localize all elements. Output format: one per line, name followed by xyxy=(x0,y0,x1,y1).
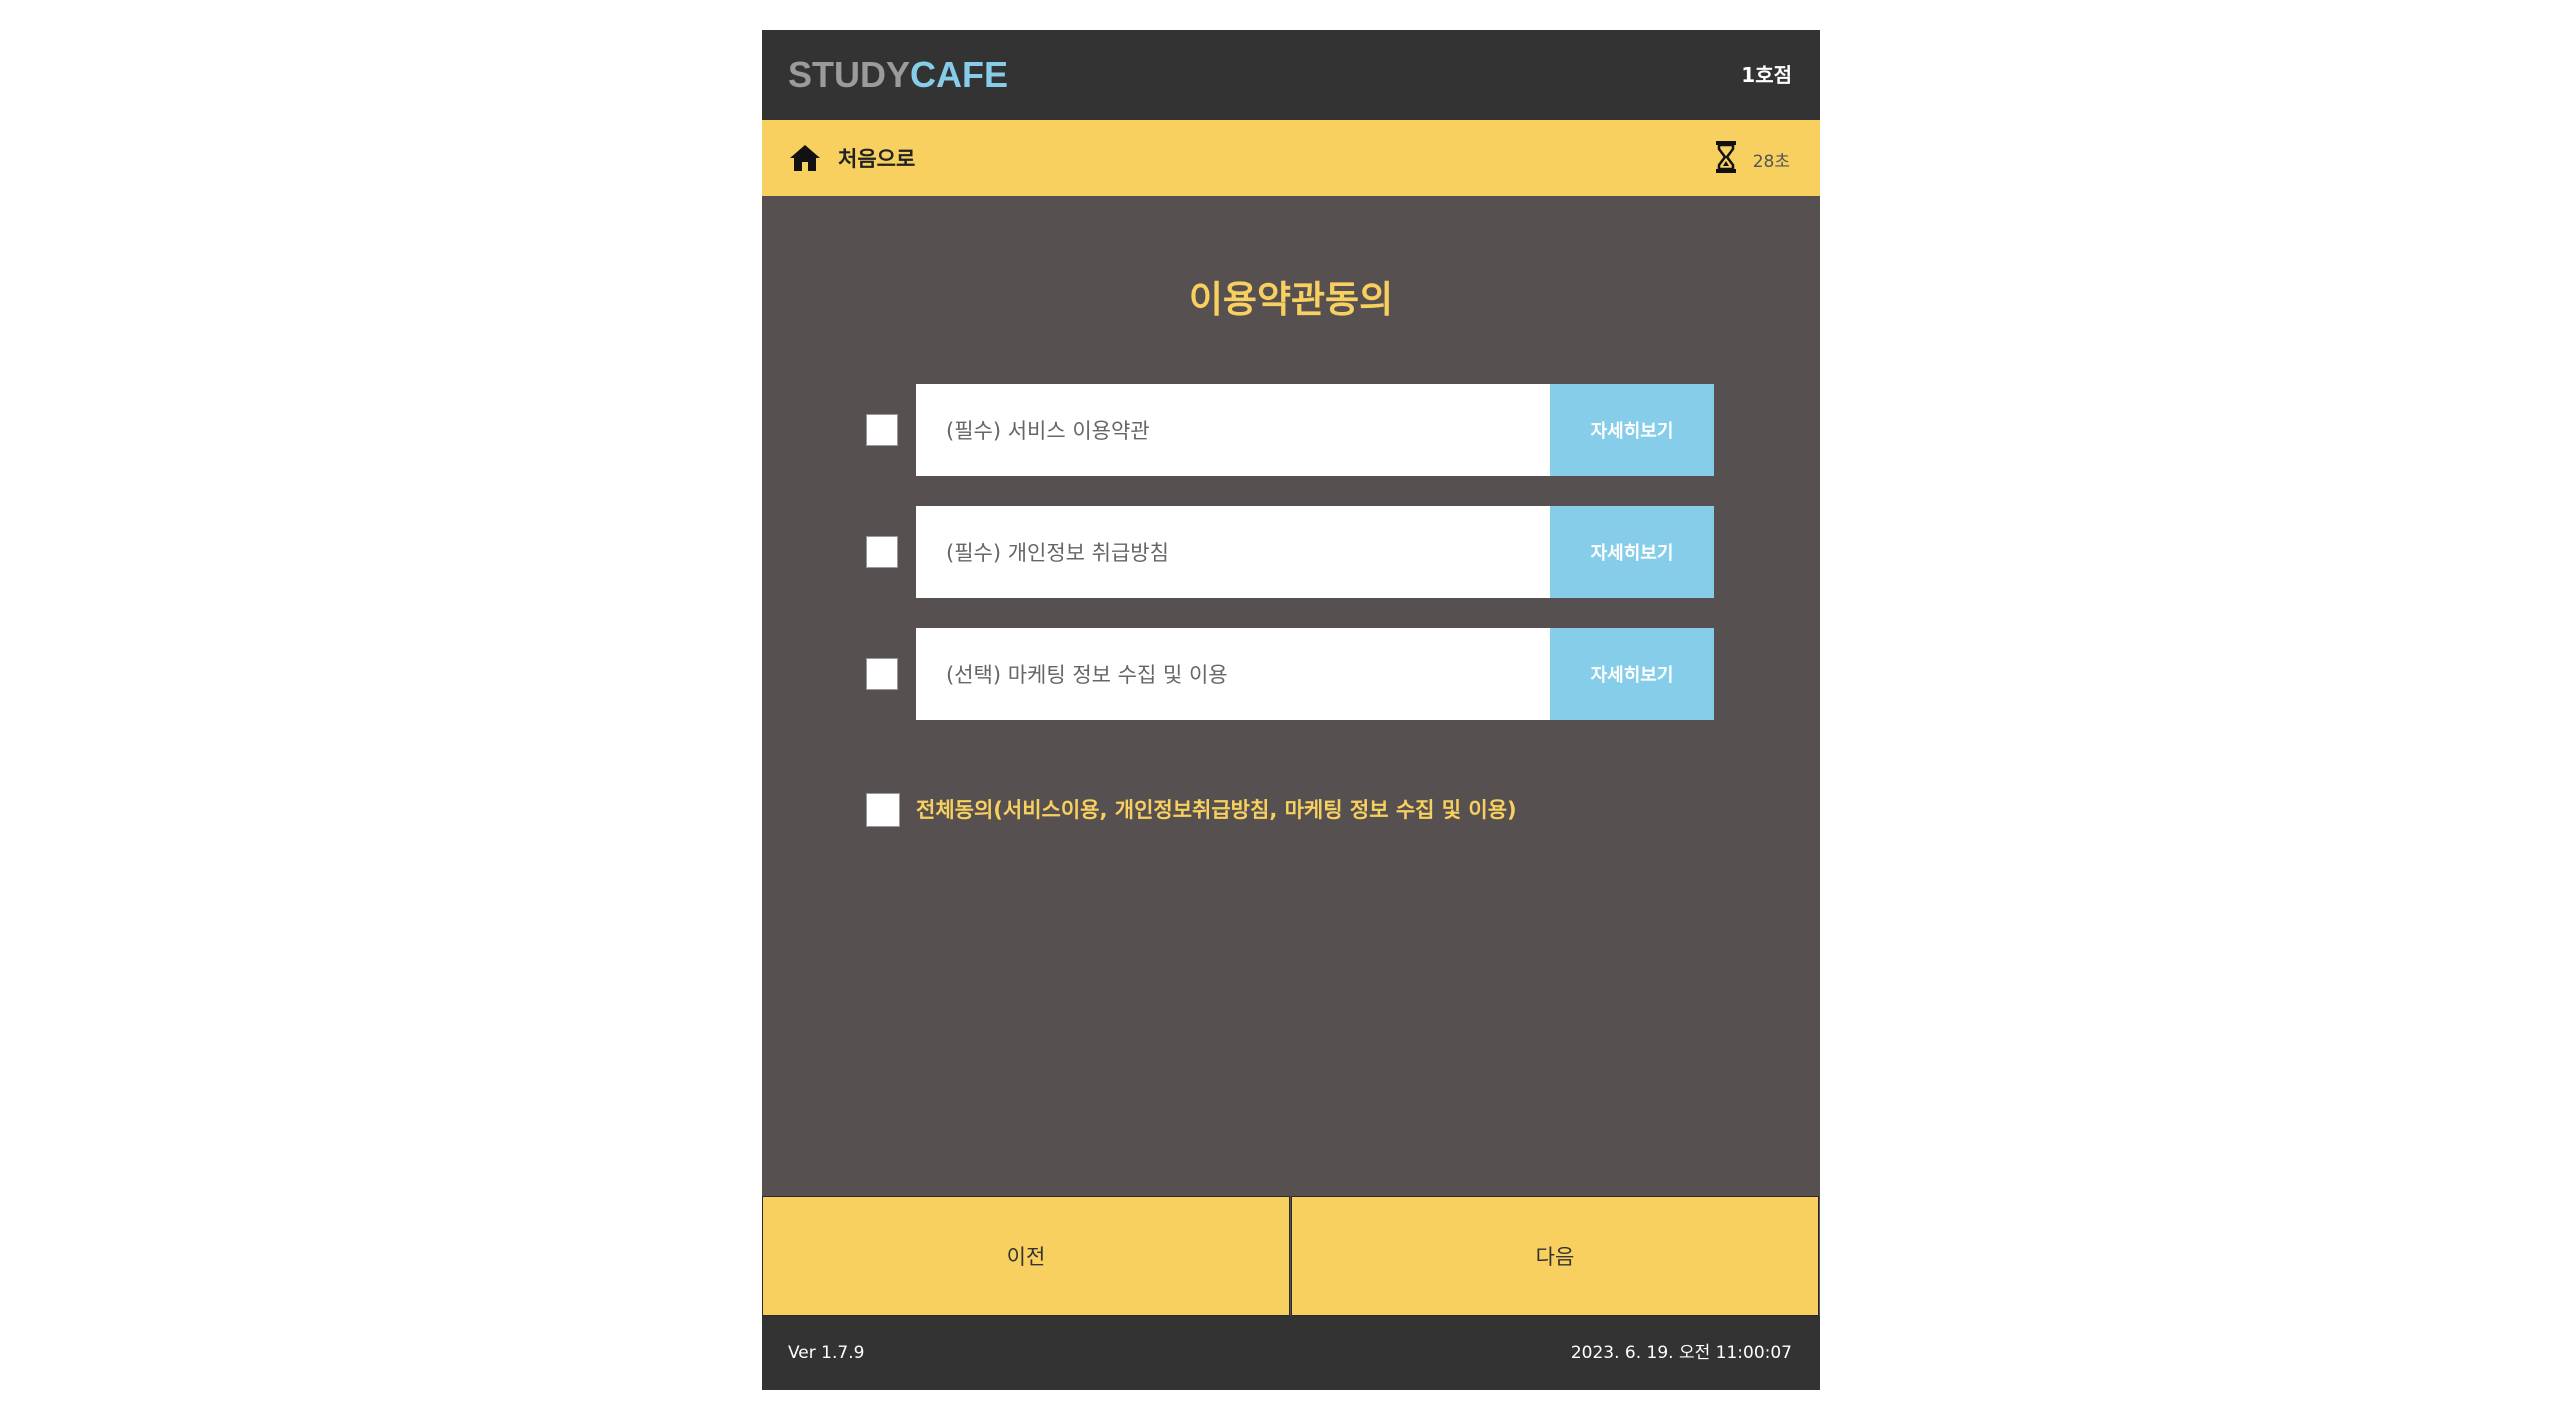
prev-button[interactable]: 이전 xyxy=(762,1196,1290,1316)
page-title: 이용약관동의 xyxy=(1188,278,1394,321)
logo: STUDYCAFE xyxy=(788,54,1008,96)
checkbox-privacy[interactable] xyxy=(866,536,898,568)
top-bar: STUDYCAFE 1호점 xyxy=(762,30,1820,120)
detail-button-marketing[interactable]: 자세히보기 xyxy=(1550,628,1714,720)
datetime-text: 2023. 6. 19. 오전 11:00:07 xyxy=(1570,1343,1792,1363)
term-row-privacy: (필수) 개인정보 취급방침 자세히보기 xyxy=(866,506,1716,598)
home-button[interactable]: 처음으로 xyxy=(788,138,915,178)
timer: 28초 xyxy=(1715,140,1790,178)
version-text: Ver 1.7.9 xyxy=(788,1343,865,1363)
timer-text: 28초 xyxy=(1752,151,1790,172)
branch-name: 1호점 xyxy=(1741,63,1792,87)
checkbox-agree-all[interactable] xyxy=(866,793,900,827)
sub-bar: 처음으로 28초 xyxy=(762,120,1820,196)
logo-study: STUDY xyxy=(788,54,911,95)
term-label-privacy[interactable]: (필수) 개인정보 취급방침 xyxy=(916,506,1550,598)
footer: Ver 1.7.9 2023. 6. 19. 오전 11:00:07 xyxy=(762,1316,1820,1390)
term-row-service: (필수) 서비스 이용약관 자세히보기 xyxy=(866,384,1716,476)
checkbox-marketing[interactable] xyxy=(866,658,898,690)
kiosk-screen: STUDYCAFE 1호점 처음으로 28초 이용약관동의 (필수) 서비스 이… xyxy=(762,30,1820,1390)
term-label-marketing[interactable]: (선택) 마케팅 정보 수집 및 이용 xyxy=(916,628,1550,720)
hourglass-icon xyxy=(1715,140,1737,178)
home-label: 처음으로 xyxy=(838,147,916,171)
detail-button-service[interactable]: 자세히보기 xyxy=(1550,384,1714,476)
detail-button-privacy[interactable]: 자세히보기 xyxy=(1550,506,1714,598)
checkbox-service[interactable] xyxy=(866,414,898,446)
agree-all-label[interactable]: 전체동의(서비스이용, 개인정보취급방침, 마케팅 정보 수집 및 이용) xyxy=(916,790,1517,830)
term-row-marketing: (선택) 마케팅 정보 수집 및 이용 자세히보기 xyxy=(866,628,1716,720)
logo-cafe: CAFE xyxy=(910,54,1009,95)
home-icon xyxy=(788,143,822,173)
next-button[interactable]: 다음 xyxy=(1291,1196,1819,1316)
agree-all-row: 전체동의(서비스이용, 개인정보취급방침, 마케팅 정보 수집 및 이용) xyxy=(866,790,1766,830)
term-label-service[interactable]: (필수) 서비스 이용약관 xyxy=(916,384,1550,476)
